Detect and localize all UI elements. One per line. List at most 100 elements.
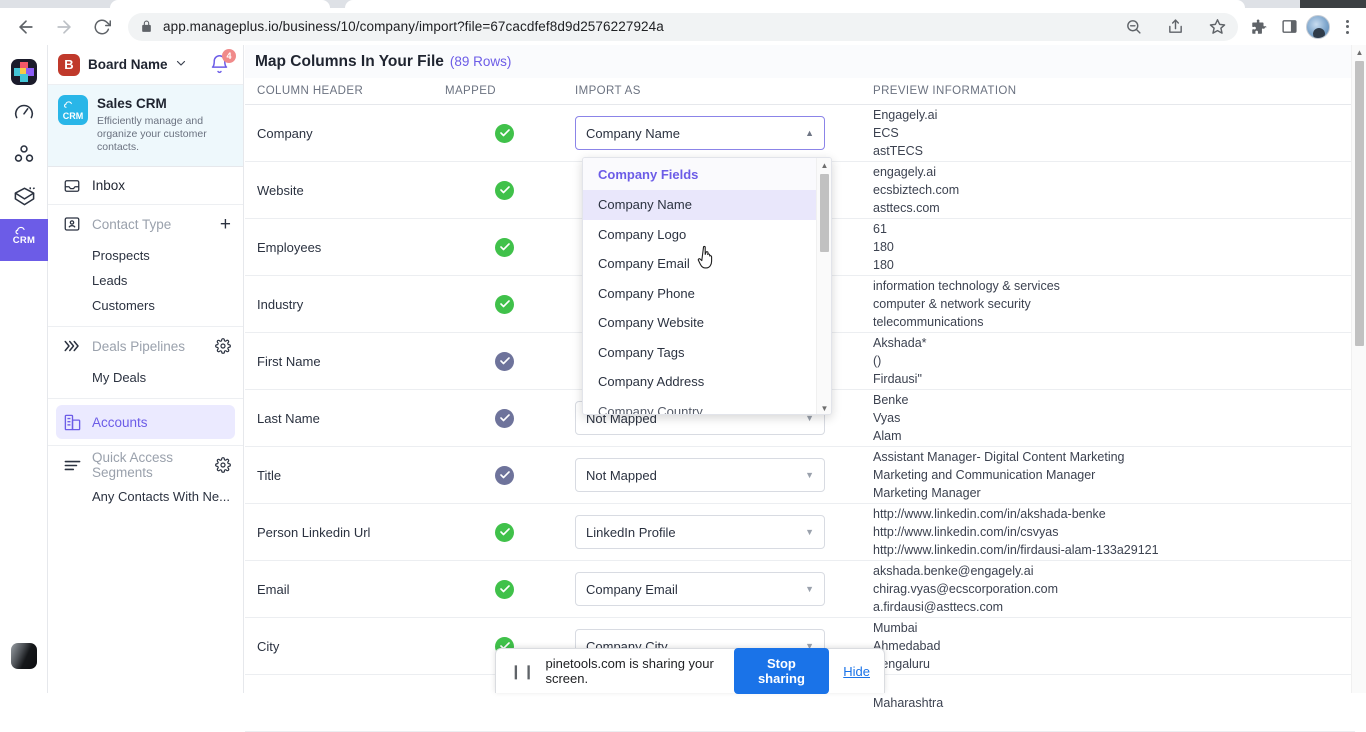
sidebar-item-customers[interactable]: Customers — [48, 293, 243, 318]
rail-bottom-avatar[interactable] — [0, 635, 48, 677]
preview-line: telecommunications — [873, 315, 984, 329]
page-scroll-up-arrow-icon[interactable]: ▲ — [1352, 45, 1366, 60]
preview-line: http://www.linkedin.com/in/akshada-benke — [873, 507, 1106, 521]
pause-icon[interactable]: ❙❙ — [510, 663, 535, 680]
dropdown-scrollbar[interactable]: ▲ ▼ — [816, 158, 831, 414]
add-contact-type-icon[interactable]: + — [220, 215, 231, 234]
import-as-value: Company Email — [586, 581, 678, 597]
profile-avatar[interactable] — [1306, 14, 1330, 39]
preview-cell: 61 180 180 — [873, 220, 1355, 274]
pipelines-icon — [62, 337, 82, 355]
window-controls[interactable] — [1300, 0, 1366, 8]
tab-strip — [0, 0, 1366, 8]
dropdown-option[interactable]: Company Logo — [583, 220, 831, 250]
share-icon[interactable] — [1162, 14, 1188, 40]
mapped-check-icon — [495, 522, 514, 542]
page-title: Map Columns In Your File — [255, 52, 444, 70]
side-panel-icon[interactable] — [1276, 14, 1302, 40]
preview-cell: http://www.linkedin.com/in/akshada-benke… — [873, 505, 1355, 559]
import-as-cell: Not Mapped ▼ — [575, 458, 873, 492]
puzzle-icon[interactable] — [1246, 14, 1272, 40]
sidebar-group-quick-access-segments[interactable]: Quick Access Segments — [48, 446, 243, 484]
import-as-dropdown-menu[interactable]: Company Fields Company Name Company Logo C… — [582, 157, 832, 415]
sidebar-group-deals-pipelines[interactable]: Deals Pipelines — [48, 327, 243, 365]
zoom-out-icon[interactable] — [1120, 14, 1146, 40]
main-content: Map Columns In Your File (89 Rows) COLUM… — [245, 45, 1355, 732]
preview-line: chirag.vyas@ecscorporation.com — [873, 582, 1058, 596]
chevron-down-icon: ▼ — [805, 527, 814, 537]
sidebar-item-leads[interactable]: Leads — [48, 268, 243, 293]
dropdown-option[interactable]: Company Country — [583, 397, 831, 414]
reload-icon[interactable] — [86, 11, 118, 43]
preview-line: ECS — [873, 126, 899, 140]
dropdown-option[interactable]: Company Tags — [583, 338, 831, 368]
sidebar-item-any-contacts[interactable]: Any Contacts With Ne... — [48, 484, 243, 509]
sidebar-item-prospects[interactable]: Prospects — [48, 243, 243, 268]
sidebar-item-accounts[interactable]: Accounts — [56, 405, 235, 439]
segments-settings-gear-icon[interactable] — [215, 457, 231, 473]
inbox-icon — [62, 177, 82, 195]
preview-line: Marketing and Communication Manager — [873, 468, 1096, 482]
dropdown-option[interactable]: Company Name — [583, 190, 831, 220]
preview-line: akshada.benke@engagely.ai — [873, 564, 1034, 578]
rail-item-campaigns[interactable] — [0, 177, 48, 219]
sidebar-group-contact-type[interactable]: Contact Type + — [48, 205, 243, 243]
app-logo[interactable] — [0, 51, 48, 93]
stop-sharing-button[interactable]: Stop sharing — [733, 648, 830, 694]
star-icon[interactable] — [1204, 14, 1230, 40]
sidebar-item-leads-label: Leads — [92, 273, 128, 288]
sidebar-product-sales-crm[interactable]: CRM Sales CRM Efficiently manage and org… — [48, 85, 243, 167]
browser-chrome: app.manageplus.io/business/10/company/im… — [0, 0, 1366, 45]
preview-line: Akshada* — [873, 336, 927, 350]
crm-icon: CRM — [13, 226, 36, 246]
import-as-select[interactable]: Company Email ▼ — [575, 572, 825, 606]
column-header-cell: City — [257, 638, 280, 654]
sales-crm-text: Sales CRM Efficiently manage and organiz… — [97, 95, 231, 154]
page-scrollbar-thumb[interactable] — [1355, 61, 1364, 346]
notifications-bell[interactable]: 4 — [209, 48, 236, 76]
hide-link[interactable]: Hide — [843, 664, 870, 679]
three-dot-menu-icon[interactable] — [1334, 14, 1360, 40]
dropdown-option[interactable]: Company Address — [583, 367, 831, 397]
browser-tab[interactable] — [110, 0, 330, 8]
rail-item-teams[interactable] — [0, 135, 48, 177]
rail-item-dashboard[interactable] — [0, 93, 48, 135]
accounts-icon — [62, 413, 82, 432]
preview-line: Engagely.ai — [873, 108, 938, 122]
preview-line: () — [873, 354, 882, 368]
import-as-select[interactable]: Not Mapped ▼ — [575, 458, 825, 492]
dropdown-option[interactable]: Company Email — [583, 249, 831, 279]
scroll-down-arrow-icon[interactable]: ▼ — [817, 401, 831, 414]
import-as-select[interactable]: Company Name ▲ — [575, 116, 825, 150]
mapped-check-icon — [495, 579, 514, 599]
preview-line: Assistant Manager- Digital Content Marke… — [873, 450, 1125, 464]
preview-line: http://www.linkedin.com/in/csvyas — [873, 525, 1059, 539]
browser-tab-active[interactable] — [345, 0, 1245, 8]
forward-arrow-icon — [48, 11, 80, 43]
notification-count-badge: 4 — [222, 48, 236, 63]
preview-line: asttecs.com — [873, 201, 940, 215]
dropdown-option[interactable]: Company Website — [583, 308, 831, 338]
dropdown-scrollbar-thumb[interactable] — [820, 174, 829, 252]
column-header-column-header: COLUMN HEADER — [257, 85, 364, 97]
board-selector[interactable]: B Board Name 4 — [48, 45, 243, 85]
back-arrow-icon[interactable] — [10, 11, 42, 43]
column-header-cell: Company — [257, 125, 313, 141]
address-bar[interactable]: app.manageplus.io/business/10/company/im… — [128, 12, 1238, 41]
dropdown-option[interactable]: Company Phone — [583, 279, 831, 309]
teams-icon — [13, 143, 35, 170]
preview-line: astTECS — [873, 144, 924, 158]
mapped-check-icon — [495, 180, 514, 200]
scroll-up-arrow-icon[interactable]: ▲ — [817, 158, 831, 173]
column-header-cell: Industry — [257, 296, 304, 312]
preview-cell: information technology & services compute… — [873, 277, 1355, 331]
sidebar-item-inbox[interactable]: Inbox — [48, 167, 243, 205]
sidebar-item-my-deals[interactable]: My Deals — [48, 365, 243, 390]
page-title-bar: Map Columns In Your File (89 Rows) — [245, 45, 1355, 78]
import-as-select[interactable]: LinkedIn Profile ▼ — [575, 515, 825, 549]
sidebar-item-customers-label: Customers — [92, 298, 155, 313]
rail-item-crm[interactable]: CRM — [0, 219, 48, 261]
page-scrollbar[interactable]: ▲ — [1351, 45, 1366, 693]
preview-line: http://www.linkedin.com/in/firdausi-alam… — [873, 543, 1159, 557]
deals-settings-gear-icon[interactable] — [215, 338, 231, 354]
